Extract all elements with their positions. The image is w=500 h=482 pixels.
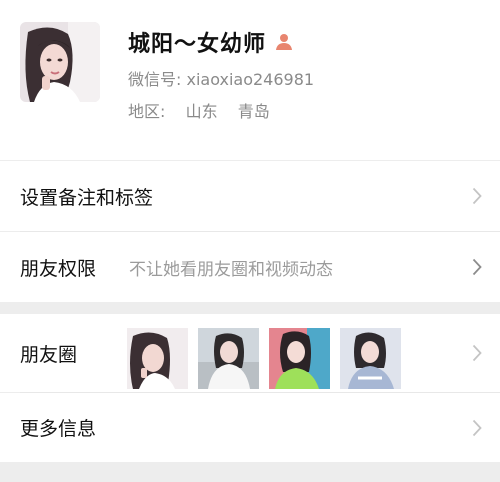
moments-thumbnails	[127, 328, 401, 389]
name-row: 城阳～女幼师	[128, 24, 294, 60]
friend-permission-row[interactable]: 朋友权限 不让她看朋友圈和视频动态	[0, 232, 500, 302]
friend-permission-label: 朋友权限	[20, 257, 97, 280]
wechat-id: 微信号: xiaoxiao246981	[128, 70, 315, 89]
moments-label: 朋友圈	[20, 343, 78, 366]
moments-row[interactable]: 朋友圈	[0, 314, 500, 392]
remark-tags-row[interactable]: 设置备注和标签	[0, 161, 500, 231]
moments-thumbnail	[269, 328, 330, 389]
moments-thumbnail	[127, 328, 188, 389]
region-city: 青岛	[237, 102, 270, 121]
profile-header: 城阳～女幼师 微信号: xiaoxiao246981 地区: 山东 青岛	[0, 0, 500, 160]
region-province: 山东	[185, 102, 218, 121]
region-label: 地区:	[128, 102, 166, 121]
female-person-icon	[276, 34, 293, 50]
chevron-right-icon	[472, 258, 482, 276]
contact-name: 城阳～女幼师	[128, 32, 267, 57]
chevron-right-icon	[472, 344, 482, 362]
moments-thumbnail	[340, 328, 401, 389]
remark-tags-label: 设置备注和标签	[20, 186, 154, 209]
moments-thumbnail	[198, 328, 259, 389]
chevron-right-icon	[472, 187, 482, 205]
friend-permission-value: 不让她看朋友圈和视频动态	[129, 259, 333, 280]
chevron-right-icon	[472, 419, 482, 436]
more-info-row[interactable]: 更多信息	[0, 393, 500, 462]
more-info-label: 更多信息	[20, 418, 97, 440]
region: 地区: 山东 青岛	[128, 98, 270, 122]
avatar[interactable]	[20, 22, 100, 102]
contact-profile-page: 城阳～女幼师 微信号: xiaoxiao246981 地区: 山东 青岛 设置备…	[0, 0, 500, 482]
avatar-image	[20, 22, 100, 102]
